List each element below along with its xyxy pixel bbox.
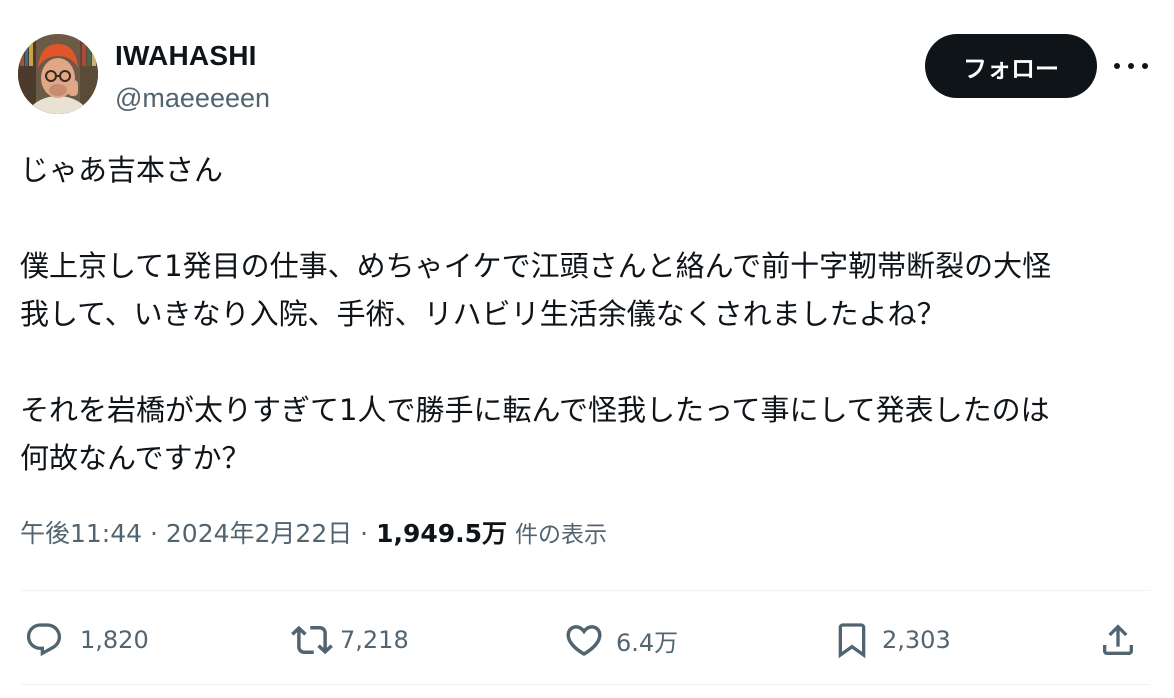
divider [20, 684, 1150, 685]
tweet-line: それを岩橋が太りすぎて1人で勝手に転んで怪我したって事にして発表したのは [20, 393, 1050, 427]
more-horizontal-icon[interactable] [1114, 54, 1148, 78]
tweet-line: 僕上京して1発目の仕事、めちゃイケで江頭さんと絡んで前十字靭帯断裂の大怪 [20, 249, 1052, 283]
like-count: 6.4万 [616, 628, 679, 657]
tweet-text: じゃあ吉本さん 僕上京して1発目の仕事、めちゃイケで江頭さんと絡んで前十字靭帯断… [20, 146, 1150, 482]
tweet-header: IWAHASHI @maeeeeen フォロー [18, 34, 1158, 116]
tweet-line: じゃあ吉本さん [20, 153, 224, 187]
tweet-date[interactable]: 2024年2月22日 [166, 519, 352, 548]
like-button[interactable]: 6.4万 [562, 610, 678, 670]
retweet-button[interactable]: 7,218 [290, 610, 409, 670]
views-label: 件の表示 [515, 522, 608, 548]
reply-count: 1,820 [80, 626, 149, 654]
meta-separator: · [352, 519, 377, 548]
share-icon [1096, 618, 1140, 662]
bookmark-count: 2,303 [882, 626, 951, 654]
bookmark-button[interactable]: 2,303 [830, 610, 951, 670]
retweet-icon [290, 618, 334, 662]
heart-icon [562, 618, 606, 662]
reply-button[interactable]: 1,820 [22, 610, 149, 670]
bookmark-icon [830, 618, 874, 662]
meta-separator: · [142, 519, 166, 548]
tweet-line: 何故なんですか？ [20, 441, 251, 475]
tweet-card: IWAHASHI @maeeeeen フォロー じゃあ吉本さん 僕上京して1発目… [0, 0, 1174, 698]
action-bar: 1,820 7,218 6.4万 2,303 [0, 610, 1174, 670]
reply-icon [22, 618, 66, 662]
follow-button[interactable]: フォロー [925, 34, 1097, 98]
views-count: 1,949.5万 [376, 519, 508, 548]
avatar[interactable] [18, 34, 98, 114]
user-handle[interactable]: @maeeeeen [115, 80, 270, 116]
retweet-count: 7,218 [340, 626, 409, 654]
divider [20, 590, 1150, 591]
share-button[interactable] [1096, 610, 1140, 670]
user-block: IWAHASHI @maeeeeen [115, 38, 270, 116]
tweet-line: 我して、いきなり入院、手術、リハビリ生活余儀なくされましたよね？ [20, 297, 946, 331]
tweet-time[interactable]: 午後11:44 [20, 519, 142, 548]
profile-photo-icon [18, 34, 98, 114]
tweet-meta: 午後11:44 · 2024年2月22日 · 1,949.5万 件の表示 [20, 514, 607, 555]
display-name[interactable]: IWAHASHI [115, 38, 270, 74]
